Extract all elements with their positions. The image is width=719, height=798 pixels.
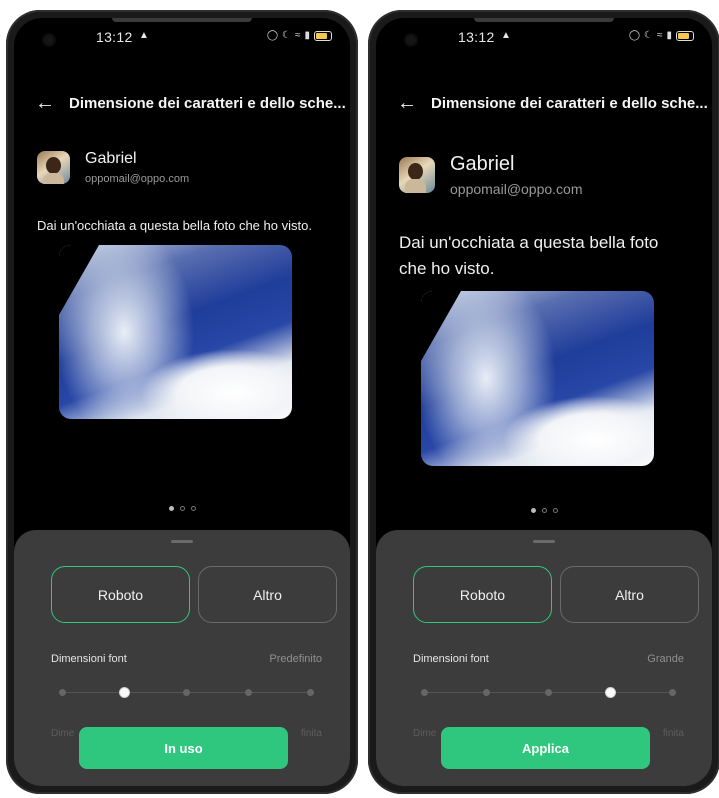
phone-screen: 13:12 ▲ ◯ ☾ ≈ ▮ ← Dimensione dei caratte… [14,18,350,786]
slider-thumb[interactable] [119,687,130,698]
slider-step [183,689,190,696]
phone-screen: 13:12 ▲ ◯ ☾ ≈ ▮ ← Dimensione dei caratte… [376,18,712,786]
page-title: Dimensione dei caratteri e dello sche... [69,94,346,112]
top-app-bar: ← Dimensione dei caratteri e dello sche.… [376,88,712,118]
moon-icon: ☾ [282,30,291,41]
camera-hole [44,35,54,45]
speaker-grille [474,18,614,22]
status-time: 13:12 [458,29,495,45]
page-dot-active [530,508,536,513]
contact-email: oppomail@oppo.com [85,173,190,185]
font-size-label: Dimensioni font [413,653,489,665]
slider-step [421,689,428,696]
contact-email: oppomail@oppo.com [450,181,583,197]
photo-corner-mask [59,245,99,315]
slider-step [307,689,314,696]
font-option-altro[interactable]: Altro [560,566,699,623]
water-drop-icon: ◯ [628,30,641,41]
page-dot [541,508,547,513]
message-text: Dai un'occhiata a questa bella foto che … [37,218,312,233]
font-settings-sheet: Roboto Altro Dimensioni font Grande Dime… [376,530,712,786]
page-indicator [376,508,712,513]
font-option-roboto[interactable]: Roboto [51,566,190,623]
contact-name: Gabriel [85,150,137,167]
battery-icon [676,30,694,41]
sheet-drag-handle[interactable] [171,540,193,543]
moon-icon: ☾ [644,30,653,41]
wifi-icon: ≈ [656,30,663,41]
font-size-slider[interactable] [421,687,676,699]
status-time: 13:12 [96,29,133,45]
status-icons: ◯ ☾ ≈ ▮ [267,30,332,41]
slider-step [483,689,490,696]
faded-row-label: Dime [51,728,75,739]
message-text: Dai un'occhiata a questa bella foto che … [399,233,659,278]
avatar [399,157,435,193]
contact-name: Gabriel [450,153,515,175]
photo-corner-mask [421,291,461,361]
phone-default-size: 13:12 ▲ ◯ ☾ ≈ ▮ ← Dimensione dei caratte… [6,10,358,794]
font-size-label: Dimensioni font [51,653,127,665]
warning-icon: ▲ [139,30,149,41]
warning-icon: ▲ [501,30,511,41]
faded-row-value: finita [300,728,322,739]
contact-text: Gabriel oppomail@oppo.com [450,153,583,197]
page-dot [552,508,558,513]
page-indicator [14,506,350,511]
slider-thumb[interactable] [605,687,616,698]
camera-hole [406,35,416,45]
in-use-button[interactable]: In uso [79,727,288,769]
wifi-icon: ≈ [294,30,301,41]
contact-text: Gabriel oppomail@oppo.com [85,150,189,185]
sheet-drag-handle[interactable] [533,540,555,543]
speaker-grille [112,18,252,22]
phone-large-size: 13:12 ▲ ◯ ☾ ≈ ▮ ← Dimensione dei caratte… [368,10,719,794]
back-arrow-icon[interactable]: ← [397,93,423,113]
font-option-roboto[interactable]: Roboto [413,566,552,623]
page-dot [190,506,196,511]
faded-row-label: Dime [413,728,437,739]
contact-card: Gabriel oppomail@oppo.com [399,153,583,197]
apply-button[interactable]: Applica [441,727,650,769]
page-dot [179,506,185,511]
page-dot-active [168,506,174,511]
slider-step [669,689,676,696]
page-title: Dimensione dei caratteri e dello sche... [431,94,708,112]
status-icons: ◯ ☾ ≈ ▮ [629,30,694,41]
faded-row-value: finita [662,728,684,739]
contact-card: Gabriel oppomail@oppo.com [37,150,189,185]
signal-icon: ▮ [304,30,310,41]
font-settings-sheet: Roboto Altro Dimensioni font Predefinito… [14,530,350,786]
avatar [37,151,70,184]
water-drop-icon: ◯ [266,30,279,41]
font-size-value: Predefinito [269,653,322,665]
battery-icon [314,30,332,41]
slider-step [59,689,66,696]
signal-icon: ▮ [666,30,672,41]
back-arrow-icon[interactable]: ← [35,93,61,113]
shared-photo [421,291,654,466]
font-size-value: Grande [647,653,684,665]
slider-step [545,689,552,696]
top-app-bar: ← Dimensione dei caratteri e dello sche.… [14,88,350,118]
font-option-altro[interactable]: Altro [198,566,337,623]
font-size-slider[interactable] [59,687,314,699]
slider-step [245,689,252,696]
shared-photo [59,245,292,419]
